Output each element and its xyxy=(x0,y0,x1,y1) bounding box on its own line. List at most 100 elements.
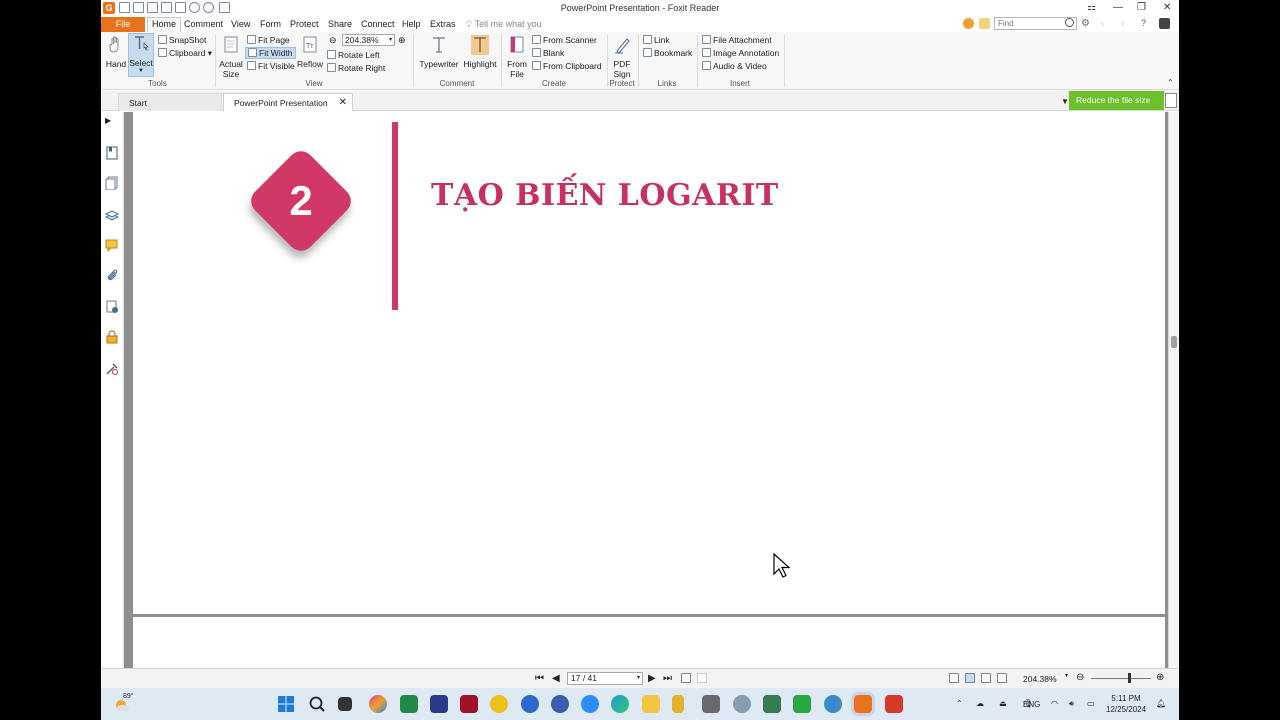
app-icon-c-red[interactable] xyxy=(885,695,903,713)
task-view-icon[interactable] xyxy=(338,697,352,711)
blank-button[interactable]: Blank xyxy=(532,48,564,58)
status-zoom-value[interactable]: 204.38% xyxy=(1023,674,1057,684)
menu-protect[interactable]: Protect xyxy=(290,19,319,29)
app-icon-blue[interactable] xyxy=(551,695,569,713)
tab-start[interactable]: Start xyxy=(118,93,222,111)
attachments-panel-icon[interactable] xyxy=(105,268,119,282)
r-app-icon[interactable] xyxy=(733,695,751,713)
reduce-file-size-banner[interactable]: Reduce the file size xyxy=(1069,91,1164,110)
copilot-icon[interactable] xyxy=(369,695,387,713)
app-icon-document[interactable] xyxy=(672,695,684,713)
layers-panel-icon[interactable] xyxy=(105,208,119,222)
help-icon[interactable]: ? xyxy=(1141,18,1152,29)
wifi-icon[interactable]: ◠ xyxy=(1051,699,1058,708)
facing-view-icon[interactable] xyxy=(981,673,991,683)
image-annotation-button[interactable]: Image Annotation xyxy=(702,48,779,58)
app-icon-red[interactable] xyxy=(460,695,478,713)
gear-icon[interactable]: ⚙ xyxy=(1081,18,1092,29)
signatures-panel-icon[interactable] xyxy=(105,300,119,314)
expand-panel-icon[interactable]: ▶ xyxy=(105,116,119,130)
last-page-button[interactable]: ⏭ xyxy=(663,673,672,684)
highlight-button[interactable]: Highlight xyxy=(462,35,498,69)
actual-size-button[interactable]: Actual Size xyxy=(218,35,244,79)
reflow-button[interactable]: Tт Reflow xyxy=(297,35,323,69)
single-page-view-icon[interactable] xyxy=(949,673,959,683)
hand-tool-button[interactable]: Hand xyxy=(104,35,128,69)
foxit-taskbar-icon[interactable] xyxy=(854,695,872,713)
account-icon[interactable] xyxy=(1159,18,1170,29)
folder-icon[interactable] xyxy=(979,18,990,29)
rotate-left-button[interactable]: Rotate Left xyxy=(327,50,380,60)
next-page-button[interactable]: ▶ xyxy=(648,673,656,684)
search-taskbar-icon[interactable] xyxy=(308,695,326,713)
previous-page-button[interactable]: ◀ xyxy=(552,673,560,684)
link-button[interactable]: Link xyxy=(643,35,670,45)
menu-connect[interactable]: Connect xyxy=(361,19,395,29)
security-lock-icon[interactable] xyxy=(105,330,119,344)
zoom-slider-track[interactable] xyxy=(1091,678,1151,679)
menu-help[interactable]: Help xyxy=(402,19,421,29)
first-page-button[interactable]: ⏮ xyxy=(535,673,544,684)
close-window-button[interactable]: ✕ xyxy=(1163,2,1171,13)
menu-view[interactable]: View xyxy=(231,19,250,29)
zoom-out-status-icon[interactable]: ⊖ xyxy=(1076,672,1084,683)
close-tab-icon[interactable]: ✕ xyxy=(339,94,347,112)
file-explorer-icon[interactable] xyxy=(642,695,660,713)
continuous-facing-view-icon[interactable] xyxy=(997,673,1007,683)
menu-home[interactable]: Home xyxy=(147,17,182,32)
menu-file[interactable]: File xyxy=(101,17,145,32)
comments-panel-icon[interactable] xyxy=(105,238,119,252)
vertical-scrollbar[interactable] xyxy=(1168,112,1179,668)
tools-panel-icon[interactable] xyxy=(105,362,119,376)
zoom-out-icon[interactable]: ⊖ xyxy=(329,35,337,46)
clipboard-button[interactable]: Clipboard ▾ xyxy=(158,48,212,59)
menu-comment[interactable]: Comment xyxy=(184,19,223,29)
zoom-in-status-icon[interactable]: ⊕ xyxy=(1156,672,1164,683)
tab-powerpoint-presentation[interactable]: PowerPoint Presentation ✕ xyxy=(223,93,353,111)
scroll-thumb[interactable] xyxy=(1171,336,1177,348)
file-attachment-button[interactable]: File Attachment xyxy=(702,35,772,45)
zoom-slider-thumb[interactable] xyxy=(1128,673,1131,683)
audio-video-button[interactable]: Audio & Video xyxy=(702,61,767,71)
app-icon-c-green[interactable] xyxy=(793,695,811,713)
notifications-icon[interactable]: 🔔︎ xyxy=(1156,699,1166,708)
from-file-button[interactable]: From File xyxy=(504,35,530,79)
tab-list-dropdown-icon[interactable]: ▼ xyxy=(1061,97,1069,106)
battery-icon[interactable]: ▭ xyxy=(1087,699,1095,708)
pdf-sign-button[interactable]: PDF Sign xyxy=(609,35,635,79)
volume-icon[interactable]: 🔊︎ xyxy=(1069,699,1074,709)
snapshot-button[interactable]: SnapShot xyxy=(158,35,206,45)
app-icon-green[interactable] xyxy=(400,695,418,713)
menu-extras[interactable]: Extras xyxy=(430,19,456,29)
heart-icon[interactable] xyxy=(963,18,974,29)
menu-form[interactable]: Form xyxy=(260,19,281,29)
cloud-icon[interactable]: ☁ xyxy=(976,699,984,708)
from-clipboard-button[interactable]: From Clipboard xyxy=(532,61,602,71)
fit-page-button[interactable]: Fit Page xyxy=(247,35,290,45)
page-number-input[interactable]: 17 / 41 ▾ xyxy=(567,672,643,685)
forward-icon[interactable]: › xyxy=(1121,18,1132,29)
layout-icon[interactable]: ⚏ xyxy=(1087,2,1096,13)
fit-width-button[interactable]: Fit Width xyxy=(245,47,296,59)
minimize-button[interactable]: — xyxy=(1113,2,1123,13)
continuous-view-icon[interactable] xyxy=(965,673,975,683)
zoom-input[interactable]: 204.38% ▾ xyxy=(342,34,395,46)
app-icon-globe[interactable] xyxy=(521,695,539,713)
tray-overflow-icon[interactable]: ⌃ xyxy=(956,699,963,708)
tell-me-search[interactable]: 💡︎ Tell me what you xyxy=(466,19,542,30)
app-icon-network[interactable] xyxy=(763,695,781,713)
search-icon[interactable] xyxy=(1065,18,1074,27)
zoom-in-icon[interactable]: ⊕ xyxy=(398,35,406,46)
app-icon-navy[interactable] xyxy=(430,695,448,713)
typewriter-button[interactable]: Typewriter xyxy=(417,35,461,69)
document-view[interactable]: 2 TẠO BIẾN LOGARIT xyxy=(124,112,1168,668)
back-icon[interactable]: ‹ xyxy=(1101,18,1112,29)
rotate-right-button[interactable]: Rotate Right xyxy=(327,63,385,73)
zip-file-icon[interactable] xyxy=(1165,93,1177,108)
from-scanner-button[interactable]: From Scanner xyxy=(532,35,597,45)
status-zoom-dropdown-icon[interactable]: ▾ xyxy=(1065,672,1068,679)
usb-icon[interactable]: ⏏ xyxy=(999,699,1007,708)
bookmark-button[interactable]: Bookmark xyxy=(643,48,692,58)
next-view-icon[interactable] xyxy=(697,673,707,683)
collapse-ribbon-icon[interactable]: ⌃ xyxy=(1167,78,1174,87)
